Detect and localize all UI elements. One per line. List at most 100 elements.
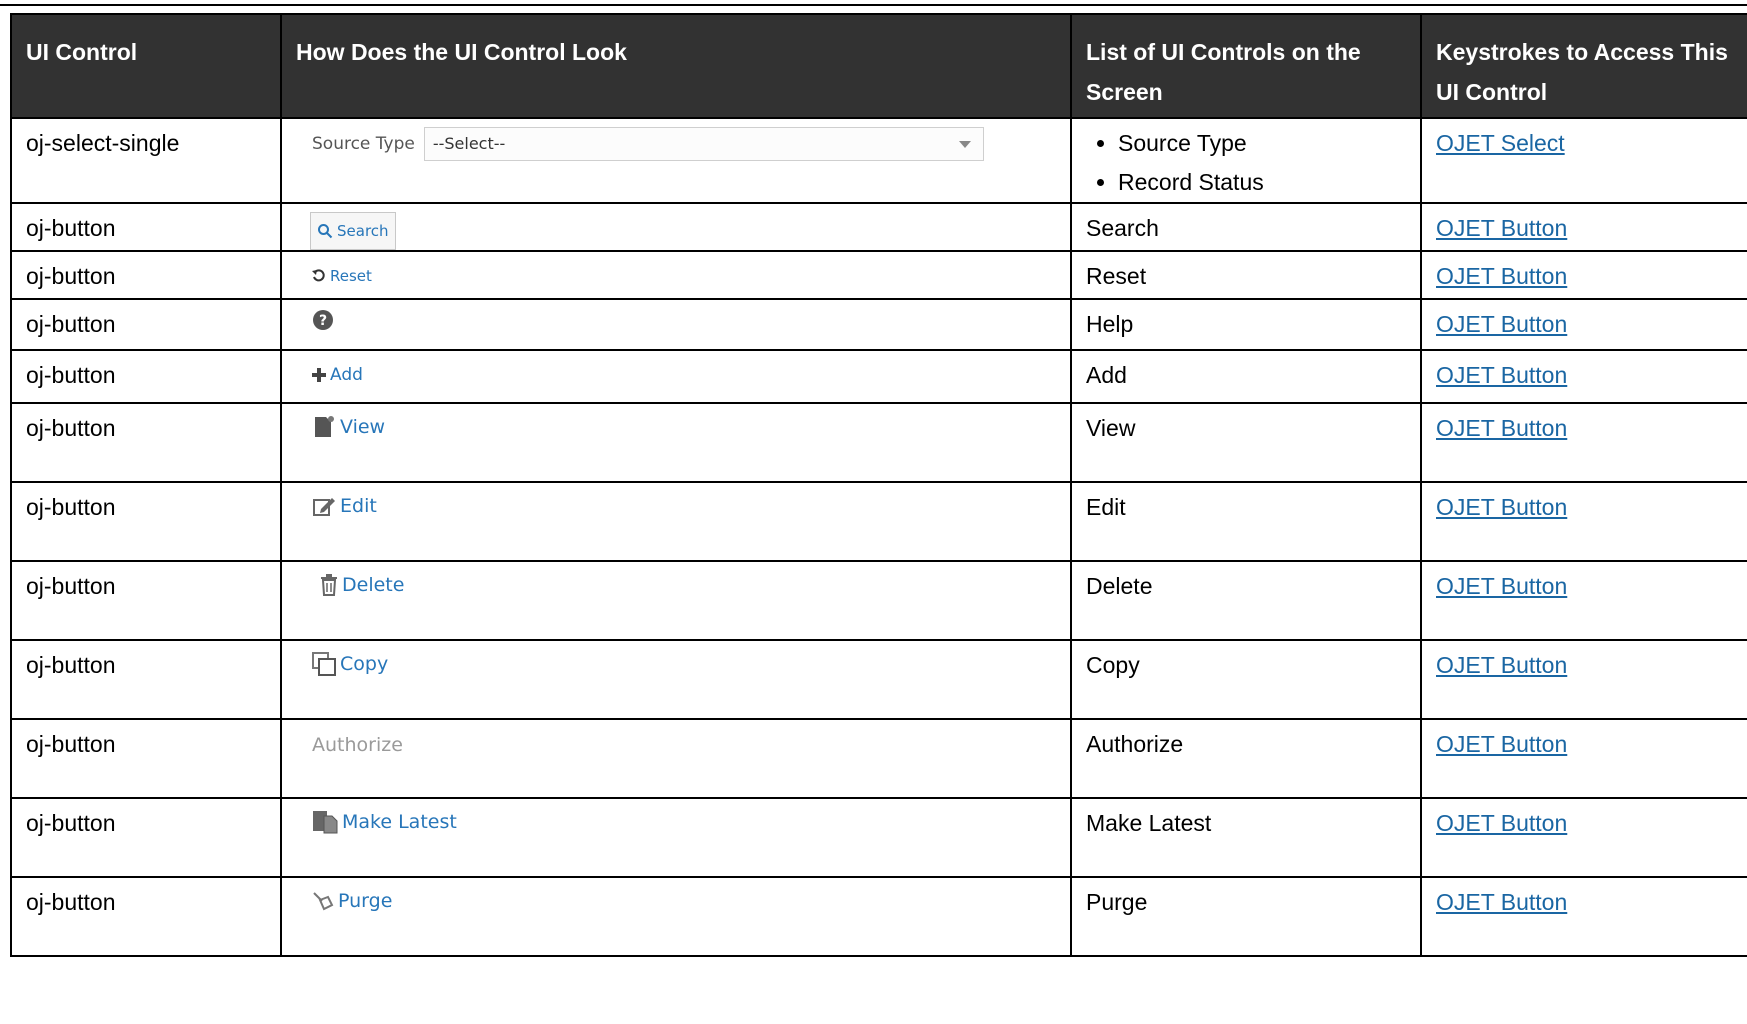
keystroke-cell: OJET Button <box>1420 876 1747 957</box>
help-icon: ? <box>313 310 333 330</box>
copy-icon <box>312 652 336 676</box>
delete-button-preview: Delete <box>296 570 404 600</box>
keystroke-cell: OJET Button <box>1420 202 1747 252</box>
screen-cell: Purge <box>1070 876 1422 957</box>
make-latest-label: Make Latest <box>342 811 457 833</box>
authorize-label: Authorize <box>312 734 403 756</box>
view-icon <box>315 416 334 437</box>
view-button-preview: View <box>296 412 385 442</box>
keystroke-cell: OJET Button <box>1420 560 1747 641</box>
table-row: oj-button Copy Copy OJET Button <box>10 639 1747 720</box>
look-cell: ? <box>280 298 1072 351</box>
look-cell: Purge <box>280 876 1072 957</box>
control-cell: oj-button <box>10 797 282 878</box>
keystroke-cell: OJET Select <box>1420 117 1747 204</box>
purge-label: Purge <box>338 890 393 912</box>
screen-cell: Search <box>1070 202 1422 252</box>
table-row: oj-select-single Source Type --Select-- … <box>10 117 1747 204</box>
delete-label: Delete <box>342 574 405 596</box>
control-cell: oj-select-single <box>10 117 282 204</box>
header-keystrokes: Keystrokes to Access This UI Control <box>1420 13 1747 119</box>
screen-cell: Authorize <box>1070 718 1422 799</box>
list-item: Source Type <box>1118 124 1406 163</box>
trash-icon <box>321 574 337 596</box>
look-cell: Source Type --Select-- <box>280 117 1072 204</box>
ojet-button-link[interactable]: OJET Button <box>1436 215 1567 241</box>
screen-cell: Delete <box>1070 560 1422 641</box>
screen-cell: Add <box>1070 349 1422 404</box>
screen-cell: Help <box>1070 298 1422 351</box>
table-row: oj-button Reset Reset OJET Button <box>10 250 1747 300</box>
table-row: oj-button Edit Edit OJET Button <box>10 481 1747 562</box>
control-cell: oj-button <box>10 202 282 252</box>
keystroke-cell: OJET Button <box>1420 718 1747 799</box>
header-controls-list: List of UI Controls on the Screen <box>1070 13 1422 119</box>
screen-cell: Reset <box>1070 250 1422 300</box>
view-label: View <box>340 416 386 438</box>
header-look: How Does the UI Control Look <box>280 13 1072 119</box>
control-cell: oj-button <box>10 718 282 799</box>
control-cell: oj-button <box>10 349 282 404</box>
ojet-button-link[interactable]: OJET Button <box>1436 652 1567 678</box>
screen-cell: Make Latest <box>1070 797 1422 878</box>
look-cell: View <box>280 402 1072 483</box>
control-cell: oj-button <box>10 298 282 351</box>
ojet-button-link[interactable]: OJET Button <box>1436 494 1567 520</box>
screen-cell: Source Type Record Status <box>1070 117 1422 204</box>
source-type-select-preview: Source Type --Select-- <box>296 127 1056 161</box>
add-label: Add <box>330 365 363 385</box>
edit-button-preview: Edit <box>296 491 377 521</box>
screen-cell: Copy <box>1070 639 1422 720</box>
look-cell: Delete <box>280 560 1072 641</box>
table-row: oj-button Search Search OJET Button <box>10 202 1747 252</box>
edit-icon <box>313 498 335 516</box>
look-cell: Edit <box>280 481 1072 562</box>
search-icon <box>318 224 333 239</box>
svg-text:?: ? <box>319 313 327 329</box>
table-row: oj-button Add Add OJET Button <box>10 349 1747 404</box>
ojet-button-link[interactable]: OJET Button <box>1436 311 1567 337</box>
table-row: oj-button ? Help OJET Button <box>10 298 1747 351</box>
control-cell: oj-button <box>10 481 282 562</box>
look-cell: Copy <box>280 639 1072 720</box>
ojet-button-link[interactable]: OJET Button <box>1436 731 1567 757</box>
ojet-button-link[interactable]: OJET Button <box>1436 362 1567 388</box>
ojet-button-link[interactable]: OJET Button <box>1436 889 1567 915</box>
table-row: oj-button Make Latest Make Latest OJET B… <box>10 797 1747 878</box>
control-cell: oj-button <box>10 876 282 957</box>
ojet-select-link[interactable]: OJET Select <box>1436 130 1565 156</box>
authorize-button-preview: Authorize <box>296 730 403 760</box>
table-row: oj-button Authorize Authorize OJET Butto… <box>10 718 1747 799</box>
header-ui-control: UI Control <box>10 13 282 119</box>
select-label: Source Type <box>312 134 415 154</box>
screen-cell: View <box>1070 402 1422 483</box>
control-cell: oj-button <box>10 250 282 300</box>
purge-button-preview: Purge <box>296 886 392 916</box>
control-cell: oj-button <box>10 560 282 641</box>
list-item: Record Status <box>1118 163 1406 202</box>
header-row: UI Control How Does the UI Control Look … <box>10 13 1747 119</box>
control-cell: oj-button <box>10 639 282 720</box>
ojet-button-link[interactable]: OJET Button <box>1436 573 1567 599</box>
make-latest-icon <box>313 811 338 834</box>
add-button-preview: Add <box>296 360 363 390</box>
purge-icon <box>313 892 334 911</box>
screen-controls-list: Source Type Record Status <box>1086 124 1406 202</box>
make-latest-button-preview: Make Latest <box>296 807 457 837</box>
ojet-button-link[interactable]: OJET Button <box>1436 415 1567 441</box>
select-box: --Select-- <box>423 127 984 161</box>
look-cell: Authorize <box>280 718 1072 799</box>
look-cell: Reset <box>280 250 1072 300</box>
table-row: oj-button View View OJET Button <box>10 402 1747 483</box>
top-rule <box>0 4 1747 6</box>
ojet-button-link[interactable]: OJET Button <box>1436 810 1567 836</box>
screen-cell: Edit <box>1070 481 1422 562</box>
plus-icon <box>312 368 326 382</box>
ojet-button-link[interactable]: OJET Button <box>1436 263 1567 289</box>
control-cell: oj-button <box>10 402 282 483</box>
look-cell: Add <box>280 349 1072 404</box>
chevron-down-icon <box>958 140 971 148</box>
keystroke-cell: OJET Button <box>1420 298 1747 351</box>
reset-button-preview: Reset <box>296 261 372 291</box>
edit-label: Edit <box>340 495 377 517</box>
